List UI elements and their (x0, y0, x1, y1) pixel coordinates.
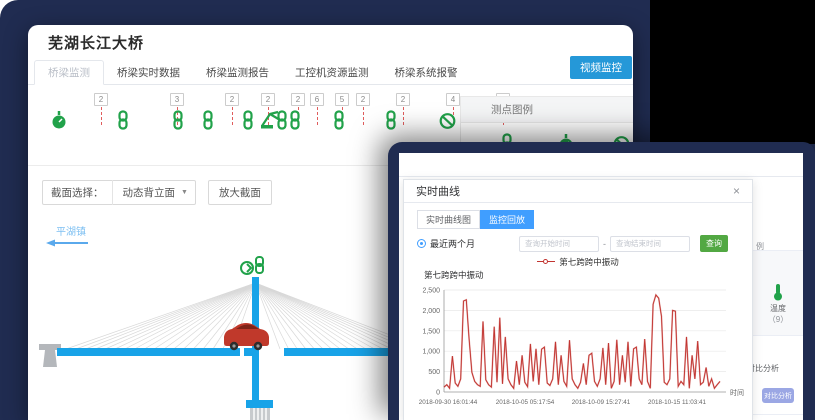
bridge-pier (246, 400, 273, 420)
modal-tab-1[interactable]: 监控回放 (480, 210, 534, 229)
chain-icon (385, 110, 397, 130)
black-backdrop (650, 0, 815, 144)
main-tab-0[interactable]: 桥梁监测 (34, 60, 104, 85)
sensor-count-badge: 2 (225, 93, 239, 106)
no-entry-icon (439, 110, 456, 130)
sensor-chain-icon[interactable] (289, 110, 307, 130)
sensor-count-badge: 5 (335, 93, 349, 106)
chain-icon (333, 110, 345, 130)
chain-sensor-icon[interactable] (256, 257, 263, 273)
dialog-window-frame: 例 温度 （9） 对比分析 对比分析 选测点列表 实时曲线 × (388, 142, 815, 420)
chain-icon (289, 110, 301, 130)
chain-icon (117, 110, 129, 130)
compare-section-title: 对比分析 (753, 363, 779, 374)
section-select-value: 动态背立面 (113, 185, 182, 200)
sensor-dash-line (317, 107, 318, 125)
y-axis-tick: 0 (436, 390, 440, 397)
query-end-time-input[interactable] (610, 236, 690, 252)
stopwatch-icon (50, 110, 68, 130)
query-button[interactable]: 查询 (700, 235, 728, 252)
y-axis-tick: 500 (428, 369, 440, 376)
sensor-count-badge: 2 (94, 93, 108, 106)
bridge-deck (57, 348, 432, 356)
y-axis-tick: 1,000 (422, 349, 440, 356)
chevron-down-icon: ▼ (181, 189, 195, 196)
sensor-count-badge: 2 (396, 93, 410, 106)
legend-label: 第七跨跨中振动 (559, 256, 619, 268)
y-axis-tick: 2,500 (422, 288, 440, 295)
x-axis-tick: 2018-10-05 05:17:54 (496, 399, 555, 406)
x-axis-tick: 2018-10-15 11:03:41 (648, 399, 707, 406)
point-list-section-title: 选测点列表 (753, 414, 803, 420)
sensor-chain-icon[interactable] (385, 110, 403, 130)
sensor-chain-icon[interactable] (202, 110, 220, 130)
page-title: 芜湖长江大桥 (48, 32, 144, 53)
chain-icon (202, 110, 214, 130)
car (224, 323, 269, 350)
sensor-no-entry-icon[interactable] (439, 110, 457, 130)
section-select-label: 截面选择： (43, 180, 113, 205)
close-icon[interactable]: × (733, 185, 740, 197)
analysis-sidebar: 例 温度 （9） 对比分析 对比分析 选测点列表 (753, 177, 803, 420)
chart-legend[interactable]: 第七跨跨中振动 (404, 256, 752, 267)
main-tab-3[interactable]: 工控机资源监测 (282, 60, 382, 85)
chart-title: 第七跨跨中振动 (424, 269, 752, 281)
modal-header: 实时曲线 × (404, 180, 752, 203)
y-axis-tick: 1,500 (422, 328, 440, 335)
sensor-count-badge: 2 (261, 93, 275, 106)
modal-tab-0[interactable]: 实时曲线图 (417, 210, 480, 229)
desktop-background: 芜湖长江大桥 桥梁监测桥梁实时数据桥梁监测报告工控机资源监测桥梁系统报警 视频监… (0, 0, 815, 420)
main-tab-4[interactable]: 桥梁系统报警 (382, 60, 471, 85)
enlarge-section-button[interactable]: 放大截面 (208, 180, 272, 205)
vibration-chart: 0 500 1,000 1,500 2,000 2,500 2018-09-30 16:01… (404, 282, 752, 417)
sensor-count-badge: 2 (356, 93, 370, 106)
section-select[interactable]: 截面选择： 动态背立面 ▼ (42, 180, 196, 205)
thermometer-icon (772, 283, 784, 301)
section-controls: 截面选择： 动态背立面 ▼ 放大截面 (42, 180, 272, 205)
dialog-top-strip (399, 153, 803, 177)
sensor-count-badge: 2 (291, 93, 305, 106)
temperature-label: 温度 (770, 303, 786, 314)
sensor-count-badge: 4 (446, 93, 460, 106)
modal-title: 实时曲线 (416, 183, 460, 199)
main-tab-bar: 桥梁监测桥梁实时数据桥梁监测报告工控机资源监测桥梁系统报警 视频监控 (28, 60, 633, 85)
rotation-sensor-icon[interactable] (241, 262, 253, 274)
query-start-time-input[interactable] (519, 236, 599, 252)
sensor-stopwatch-icon[interactable] (50, 110, 68, 130)
legend-panel-header: 测点图例 (461, 96, 633, 123)
sensor-dash-line (101, 107, 102, 125)
realtime-curve-modal: 实时曲线 × 实时曲线图监控回放 最近两个月 - 查询 (403, 179, 753, 420)
y-axis-tick: 2,000 (422, 308, 440, 315)
temperature-count: （9） (768, 314, 788, 325)
chain-icon (172, 110, 184, 130)
main-tab-2[interactable]: 桥梁监测报告 (193, 60, 282, 85)
query-controls: 最近两个月 - 查询 (417, 235, 728, 252)
sensor-dash-line (403, 107, 404, 125)
main-tabs: 桥梁监测桥梁实时数据桥梁监测报告工控机资源监测桥梁系统报警 (34, 60, 471, 85)
recent-two-months-label: 最近两个月 (430, 237, 475, 250)
temperature-card[interactable]: 温度 （9） (753, 250, 803, 336)
x-axis-tick: 2018-09-30 16:01:44 (419, 399, 478, 406)
x-axis-label: 时间 (730, 388, 744, 397)
legend-marker-icon (537, 258, 555, 266)
modal-tabs: 实时曲线图监控回放 (417, 210, 752, 229)
sensor-chain-icon[interactable] (242, 110, 260, 130)
x-axis-tick: 2018-10-09 15:27:41 (572, 399, 631, 406)
compare-analysis-button[interactable]: 对比分析 (762, 388, 794, 403)
sensor-chain-icon[interactable] (333, 110, 351, 130)
range-separator: - (603, 239, 606, 249)
sensor-dash-line (363, 107, 364, 125)
video-monitor-button[interactable]: 视频监控 (570, 56, 632, 79)
sensor-chain-icon[interactable] (172, 110, 190, 130)
recent-two-months-radio[interactable] (417, 239, 426, 248)
series-line (444, 295, 720, 388)
sensor-count-badge: 6 (310, 93, 324, 106)
main-tab-1[interactable]: 桥梁实时数据 (104, 60, 193, 85)
dialog-window-content: 例 温度 （9） 对比分析 对比分析 选测点列表 实时曲线 × (399, 153, 803, 420)
sensor-chain-icon[interactable] (117, 110, 135, 130)
chain-icon (276, 110, 288, 130)
sensor-dash-line (232, 107, 233, 125)
chain-icon (242, 110, 254, 130)
sensor-count-badge: 3 (170, 93, 184, 106)
